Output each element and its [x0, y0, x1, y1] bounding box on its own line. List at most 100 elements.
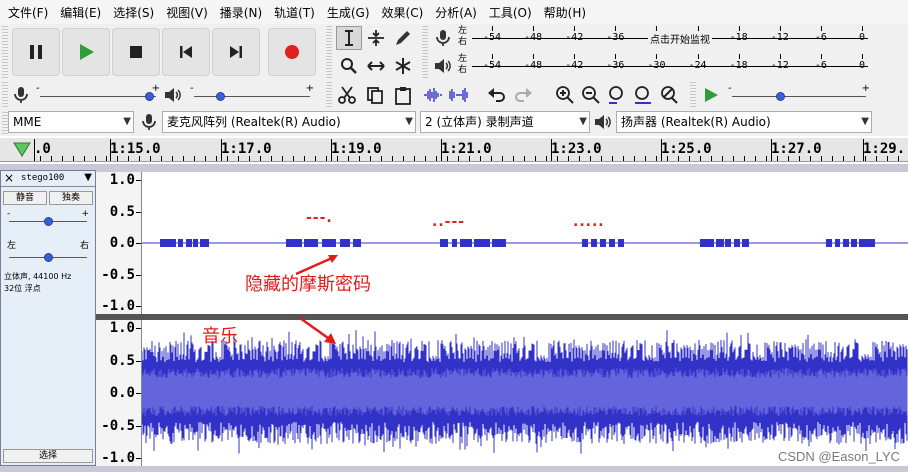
play-at-speed-button[interactable] — [698, 83, 724, 107]
ruler-minor-tick — [546, 156, 547, 161]
menu-tracks[interactable]: 轨道(T) — [268, 4, 321, 21]
trim-audio-button[interactable] — [420, 83, 446, 107]
toolbar-grip[interactable] — [326, 82, 332, 108]
menu-view[interactable]: 视图(V) — [160, 4, 214, 21]
menu-file[interactable]: 文件(F) — [2, 4, 54, 21]
slider-thumb[interactable] — [44, 253, 53, 262]
slider-thumb[interactable] — [215, 92, 225, 101]
playback-volume-slider[interactable]: - + — [190, 84, 314, 106]
menu-effect[interactable]: 效果(C) — [376, 4, 430, 21]
slider-thumb[interactable] — [144, 92, 154, 101]
play-button[interactable] — [62, 28, 110, 76]
skip-to-end-button[interactable] — [212, 28, 260, 76]
ruler-minor-tick — [579, 156, 580, 161]
recording-channels-select[interactable]: 2 (立体声) 录制声道 ▼ — [420, 111, 590, 133]
record-volume-slider[interactable]: - + — [36, 84, 160, 106]
playback-device-select[interactable]: 扬声器 (Realtek(R) Audio) ▼ — [616, 111, 872, 133]
stop-button[interactable] — [112, 28, 160, 76]
time-shift-tool-button[interactable] — [363, 54, 389, 78]
record-meter[interactable]: 左右 -54-48-42-36-30-24-18-12-60 点击开始监视 — [458, 26, 870, 52]
music-arrow-icon — [299, 316, 336, 344]
select-track-button[interactable]: 选择 — [3, 449, 93, 463]
pause-icon — [30, 45, 42, 59]
zoom-in-button[interactable] — [552, 83, 578, 107]
multi-tool-button[interactable] — [390, 54, 416, 78]
play-meter-button[interactable] — [430, 54, 456, 78]
channel-left-label: 左 — [458, 54, 468, 64]
play-head-triangle-icon[interactable] — [12, 141, 32, 159]
track-bit-depth: 32位 浮点 — [4, 284, 41, 293]
vertical-scale-left-channel[interactable]: 1.0 0.5 0.0 -0.5 -1.0 — [96, 172, 142, 314]
meter-tick-label: -54 — [482, 26, 502, 43]
menu-select[interactable]: 选择(S) — [107, 4, 160, 21]
cut-button[interactable] — [334, 83, 360, 107]
scale-tick — [136, 328, 141, 329]
morse-tone-burst — [186, 239, 192, 247]
recording-device-icon — [136, 110, 162, 134]
fit-project-button[interactable] — [630, 83, 656, 107]
music-annotation-label: 音乐 — [202, 326, 238, 347]
track-name[interactable]: stego100 — [21, 173, 64, 183]
slider-thumb[interactable] — [776, 92, 786, 101]
draw-tool-button[interactable] — [390, 26, 416, 50]
zoom-out-button[interactable] — [578, 83, 604, 107]
music-waveform — [142, 330, 908, 454]
silence-audio-button[interactable] — [446, 83, 472, 107]
fit-selection-button[interactable] — [604, 83, 630, 107]
meter-tick-label: -12 — [770, 26, 789, 43]
menu-tools[interactable]: 工具(O) — [483, 4, 538, 21]
play-meter[interactable]: 左右 -54 -48 -42 -36 -30 -24 -18 -12 -6 0 — [458, 54, 870, 80]
scale-tick — [136, 393, 141, 394]
skip-to-start-button[interactable] — [162, 28, 210, 76]
record-meter-button[interactable] — [430, 26, 456, 50]
toolbar-grip[interactable] — [422, 26, 428, 78]
fit-selection-icon — [609, 86, 623, 104]
menu-help[interactable]: 帮助(H) — [538, 4, 592, 21]
record-button[interactable] — [268, 28, 316, 76]
menu-transport[interactable]: 播录(N) — [214, 4, 268, 21]
track-control-panel[interactable]: × stego100 ▼ 静音 独奏 - + 左 右 立体声, 44100 Hz… — [0, 170, 96, 466]
ruler-minor-tick — [777, 156, 778, 161]
track-close-button[interactable]: × — [4, 172, 14, 184]
menu-edit[interactable]: 编辑(E) — [54, 4, 107, 21]
slider-thumb[interactable] — [44, 217, 53, 226]
waveform-right-channel[interactable] — [142, 320, 908, 466]
toolbar-grip[interactable] — [690, 82, 696, 108]
timeline-ruler[interactable]: .0 1:15.0 1:17.0 1:19.0 1:21.0 1:23.0 1:25.0 1:… — [0, 138, 908, 162]
ruler-minor-tick — [755, 156, 756, 161]
gain-slider[interactable]: - + — [7, 209, 89, 231]
undo-button[interactable] — [484, 83, 510, 107]
solo-button[interactable]: 独奏 — [49, 191, 93, 205]
zoom-tool-button[interactable] — [336, 54, 362, 78]
track-format: 立体声, 44100 Hz — [4, 272, 72, 281]
scale-tick — [136, 243, 141, 244]
menu-analyze[interactable]: 分析(A) — [429, 4, 483, 21]
mute-button[interactable]: 静音 — [3, 191, 47, 205]
selection-tool-button[interactable] — [336, 26, 362, 50]
toolbar-grip[interactable] — [326, 26, 332, 78]
paste-button[interactable] — [390, 83, 416, 107]
ruler-minor-tick — [282, 156, 283, 161]
slider-min-label: - — [190, 83, 194, 94]
toolbar-grip[interactable] — [2, 26, 8, 78]
audio-host-select[interactable]: MME ▼ — [8, 111, 134, 133]
vertical-scale-right-channel[interactable]: 1.0 0.5 0.0 -0.5 -1.0 — [96, 320, 142, 466]
ruler-minor-tick — [414, 156, 415, 161]
playback-speed-slider[interactable]: - + — [728, 84, 870, 106]
redo-button[interactable] — [510, 83, 536, 107]
track-menu-arrow-icon[interactable]: ▼ — [84, 172, 92, 183]
morse-mark-1: ---. — [306, 210, 333, 226]
ruler-minor-tick — [51, 156, 52, 161]
zoom-toggle-button[interactable] — [656, 83, 682, 107]
ruler-minor-tick — [183, 156, 184, 161]
menu-generate[interactable]: 生成(G) — [321, 4, 376, 21]
pan-slider[interactable]: 左 右 — [7, 241, 89, 263]
scale-label: 0.5 — [109, 352, 135, 369]
envelope-tool-button[interactable] — [363, 26, 389, 50]
ruler-minor-tick — [480, 156, 481, 161]
pause-button[interactable] — [12, 28, 60, 76]
copy-button[interactable] — [362, 83, 388, 107]
ruler-minor-tick — [348, 156, 349, 161]
meter-tick-label: -48 — [524, 54, 543, 71]
recording-device-select[interactable]: 麦克风阵列 (Realtek(R) Audio) ▼ — [162, 111, 416, 133]
